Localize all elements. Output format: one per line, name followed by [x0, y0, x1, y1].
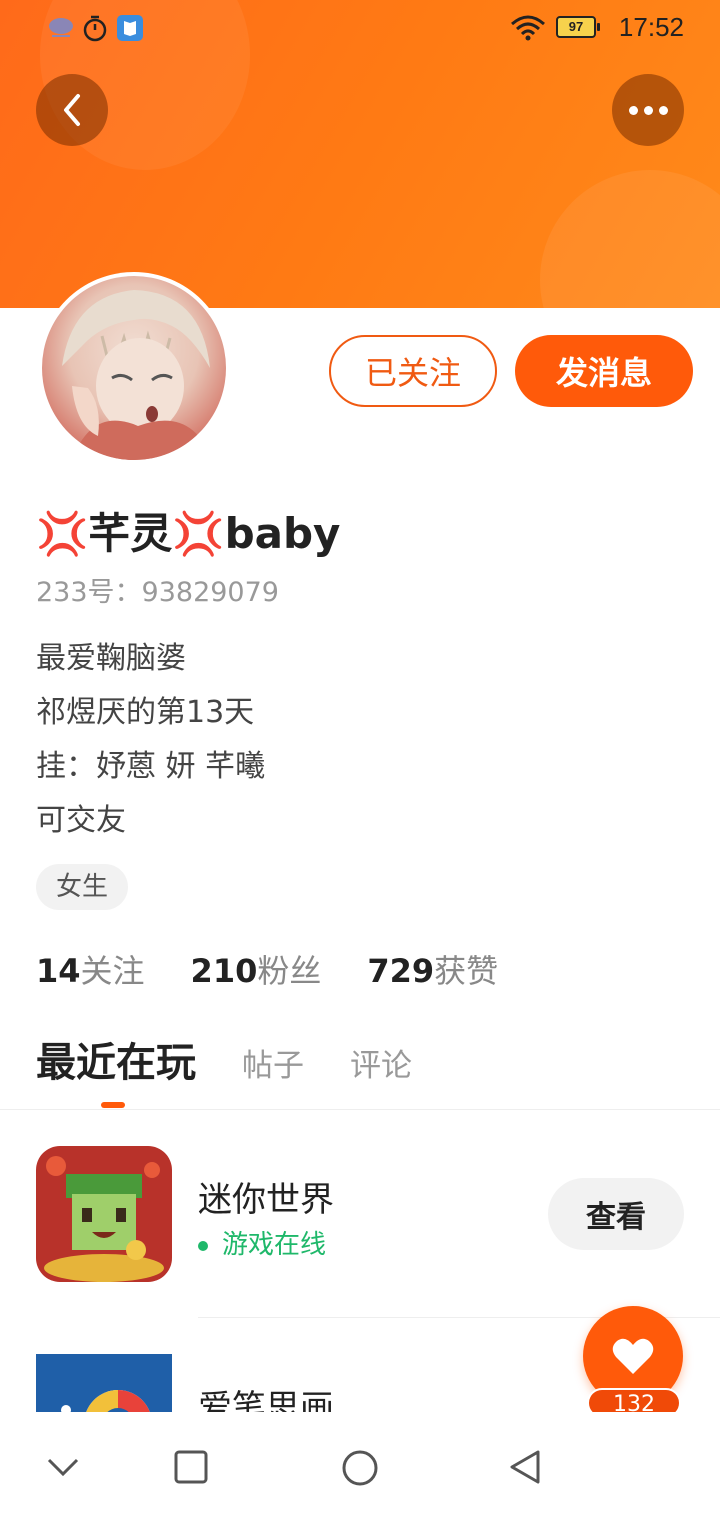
- avatar[interactable]: [38, 272, 230, 464]
- heart-icon: [612, 1338, 654, 1374]
- username: 💢芊灵💢baby: [36, 509, 341, 558]
- back-button[interactable]: [36, 74, 108, 146]
- more-button[interactable]: [612, 74, 684, 146]
- stat-label: 获赞: [434, 952, 499, 990]
- wifi-icon: [510, 14, 546, 46]
- bio-line: 祁煜厌的第13天: [36, 695, 255, 730]
- system-nav-bar: [0, 1412, 720, 1520]
- view-button[interactable]: 查看: [548, 1178, 684, 1250]
- online-dot-icon: [198, 1240, 208, 1251]
- bio-line: 可交友: [36, 803, 126, 838]
- profile-tabs: 最近在玩 帖子 评论: [36, 1030, 412, 1088]
- bio-line: 挂：妤蒽 妍 芊曦: [36, 749, 266, 784]
- app-shield-icon: [116, 14, 144, 48]
- tab-recently-played[interactable]: 最近在玩: [36, 1030, 196, 1088]
- battery-icon: 97: [556, 16, 600, 38]
- list-item[interactable]: 迷你世界 游戏在线 查看: [0, 1110, 720, 1318]
- stat-following[interactable]: 14关注: [36, 946, 145, 992]
- stat-number: 729: [367, 952, 435, 990]
- stat-label: 粉丝: [257, 952, 322, 990]
- tab-posts[interactable]: 帖子: [242, 1040, 304, 1085]
- user-id[interactable]: 233号：93829079: [36, 570, 279, 609]
- stats: 14关注 210粉丝 729获赞: [36, 946, 498, 992]
- recents-square-icon[interactable]: [172, 1448, 210, 1486]
- stat-fans[interactable]: 210粉丝: [191, 946, 322, 992]
- followed-button[interactable]: 已关注: [329, 335, 497, 407]
- stat-label: 关注: [80, 952, 145, 990]
- game-icon-ibis-paint: [36, 1354, 172, 1412]
- status-bar: 97 17:52: [0, 0, 720, 56]
- chevron-left-icon: [64, 94, 80, 126]
- tab-comments[interactable]: 评论: [350, 1040, 412, 1085]
- stat-likes[interactable]: 729获赞: [367, 946, 498, 992]
- tab-indicator: [101, 1102, 125, 1108]
- more-dots-icon: [628, 105, 668, 115]
- online-status: 游戏在线: [198, 1224, 326, 1261]
- timer-icon: [82, 14, 108, 48]
- stat-number: 14: [36, 952, 81, 990]
- home-circle-icon[interactable]: [340, 1448, 380, 1488]
- game-title: 爱笔思画: [198, 1388, 334, 1412]
- bio-line: 最爱鞠脑婆: [36, 641, 186, 676]
- game-title: 迷你世界: [198, 1180, 334, 1220]
- weather-icon: [46, 14, 76, 46]
- chevron-down-icon[interactable]: [44, 1448, 82, 1486]
- back-triangle-icon[interactable]: [506, 1448, 544, 1486]
- status-time: 17:52: [618, 12, 684, 42]
- bio: 最爱鞠脑婆 祁煜厌的第13天 挂：妤蒽 妍 芊曦 可交友: [36, 632, 265, 848]
- stat-number: 210: [190, 952, 258, 990]
- gender-tag: 女生: [36, 864, 129, 910]
- online-status-text: 游戏在线: [222, 1230, 327, 1260]
- send-message-button[interactable]: 发消息: [515, 335, 693, 407]
- game-icon-mini-world: [36, 1146, 172, 1282]
